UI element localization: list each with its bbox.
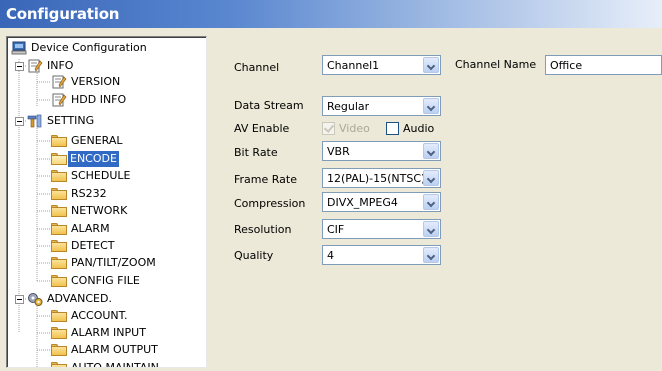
audio-checkbox-label: Audio — [403, 122, 435, 135]
av-enable-label: AV Enable — [234, 122, 290, 135]
tree-item-label: ADVANCED. — [47, 292, 112, 305]
tree-item-label: ALARM OUTPUT — [71, 343, 158, 356]
folder-icon — [51, 344, 67, 356]
chevron-down-icon[interactable] — [423, 194, 439, 210]
channel-name-field[interactable]: Office — [545, 55, 662, 75]
data-stream-select[interactable]: Regular — [322, 96, 441, 116]
video-checkbox[interactable] — [322, 122, 335, 135]
config-tree[interactable]: Device Configuration INFO VERSION HDD IN… — [6, 36, 207, 368]
tree-item-label: ALARM INPUT — [71, 326, 146, 339]
quality-value: 4 — [327, 249, 334, 262]
folder-open-icon — [51, 153, 67, 165]
folder-icon — [51, 170, 67, 182]
chevron-down-icon[interactable] — [423, 170, 439, 186]
notepad-icon — [52, 75, 67, 89]
bit-rate-value: VBR — [327, 145, 350, 158]
compression-select[interactable]: DIVX_MPEG4 — [322, 192, 441, 212]
title-bar: Configuration — [0, 0, 662, 28]
resolution-label: Resolution — [234, 223, 292, 236]
tree-item-label: VERSION — [71, 75, 121, 88]
folder-icon — [51, 327, 67, 339]
quality-label: Quality — [234, 249, 274, 262]
tree-item-label: AUTO MAINTAIN — [71, 361, 159, 368]
frame-rate-label: Frame Rate — [234, 173, 297, 186]
frame-rate-select[interactable]: 12(PAL)-15(NTSC) — [322, 168, 441, 188]
chevron-down-icon[interactable] — [423, 247, 439, 263]
tree-item-label: CONFIG FILE — [71, 274, 140, 287]
bit-rate-select[interactable]: VBR — [322, 141, 441, 161]
folder-icon — [51, 240, 67, 252]
tree-root-label: Device Configuration — [31, 41, 147, 54]
folder-icon — [51, 135, 67, 147]
gears-icon — [28, 293, 43, 306]
chevron-down-icon[interactable] — [423, 57, 439, 73]
window-title: Configuration — [6, 5, 120, 23]
tree-item-label: ALARM — [71, 222, 110, 235]
info-collapse-toggle[interactable] — [15, 62, 24, 71]
channel-value: Channel1 — [327, 59, 380, 72]
computer-icon — [11, 41, 27, 55]
frame-rate-value: 12(PAL)-15(NTSC) — [327, 172, 423, 185]
setting-collapse-toggle[interactable] — [15, 117, 24, 126]
tree-item-label: DETECT — [71, 239, 115, 252]
tree-item-label: ACCOUNT. — [71, 309, 128, 322]
folder-icon — [51, 275, 67, 287]
tree-item-label: HDD INFO — [71, 93, 127, 106]
tree-item-label: RS232 — [71, 187, 107, 200]
folder-icon — [51, 257, 67, 269]
channel-name-value: Office — [550, 59, 583, 72]
notepad-icon — [52, 93, 67, 107]
tree-item-label: GENERAL — [71, 134, 123, 147]
tree-item-label: SETTING — [47, 114, 95, 127]
chevron-down-icon[interactable] — [423, 98, 439, 114]
channel-label: Channel — [234, 61, 280, 74]
folder-icon — [51, 310, 67, 322]
resolution-select[interactable]: CIF — [322, 219, 441, 239]
config-body: Device Configuration INFO VERSION HDD IN… — [0, 28, 662, 371]
tree-item-label: NETWORK — [71, 204, 128, 217]
audio-checkbox[interactable] — [386, 122, 399, 135]
chevron-down-icon[interactable] — [423, 143, 439, 159]
data-stream-label: Data Stream — [234, 99, 304, 112]
data-stream-value: Regular — [327, 100, 370, 113]
advanced-collapse-toggle[interactable] — [15, 295, 24, 304]
resolution-value: CIF — [327, 223, 345, 236]
channel-select[interactable]: Channel1 — [322, 55, 441, 75]
tree-item-label: SCHEDULE — [71, 169, 131, 182]
folder-icon — [51, 188, 67, 200]
compression-value: DIVX_MPEG4 — [327, 196, 398, 209]
chevron-down-icon[interactable] — [423, 221, 439, 237]
folder-icon — [51, 223, 67, 235]
folder-icon — [51, 362, 67, 367]
tree-item-label: ENCODE — [68, 151, 119, 167]
video-checkbox-label: Video — [339, 122, 370, 135]
tree-item-label: INFO — [47, 59, 74, 72]
tree-item-label: PAN/TILT/ZOOM — [71, 256, 156, 269]
bit-rate-label: Bit Rate — [234, 146, 278, 159]
folder-icon — [51, 205, 67, 217]
settings-tool-icon — [27, 114, 42, 128]
channel-name-label: Channel Name — [455, 58, 537, 71]
quality-select[interactable]: 4 — [322, 245, 441, 265]
notepad-icon — [28, 59, 43, 73]
compression-label: Compression — [234, 197, 306, 210]
